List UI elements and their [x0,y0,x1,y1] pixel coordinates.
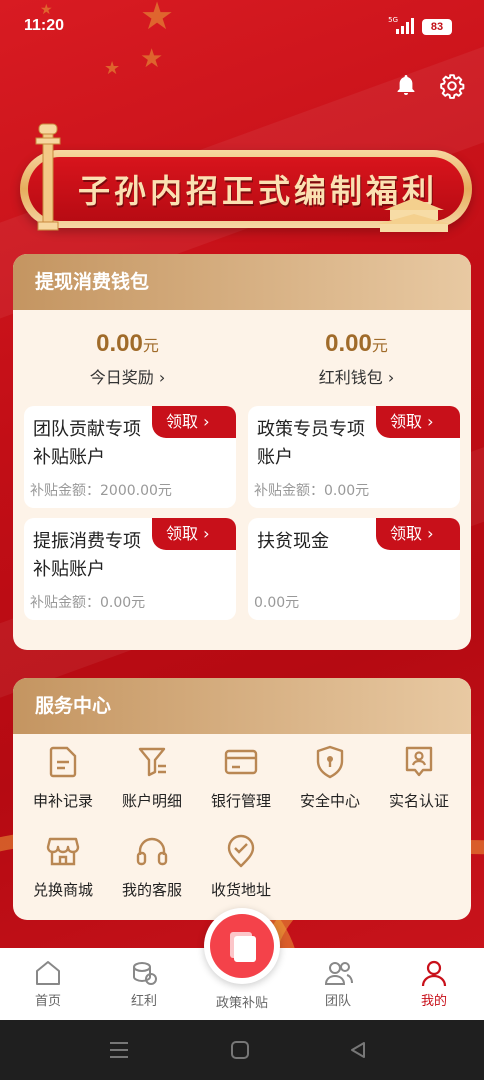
account-amount: 补贴金额：2000.00元 [30,483,172,499]
status-bar: 11:20 5G 83 [0,0,484,50]
tab-label: 首页 [34,994,61,1009]
tab-home[interactable]: 首页 [8,958,88,1009]
home-icon [36,961,60,985]
account-name: 团队贡献专项补贴账户 [33,419,141,468]
headset-icon [136,837,168,866]
service-label: 收货地址 [210,881,271,899]
system-nav-bar [0,1020,484,1080]
service-item-real-name[interactable]: 实名认证 [377,744,461,811]
account-amount: 补贴金额：0.00元 [254,483,370,499]
bonus-wallet-amount: 0.00元 [325,330,388,357]
promo-banner[interactable]: 子孙内招正式编制福利 [12,122,472,242]
location-check-icon [227,834,255,868]
account-name: 扶贫现金 [257,531,329,552]
account-name: 提振消费专项补贴账户 [33,531,141,580]
service-item-account-detail[interactable]: 账户明细 [110,744,194,811]
menu-icon[interactable] [108,1040,130,1060]
account-name: 政策专员专项账户 [257,419,365,468]
today-reward[interactable]: 0.00元 今日奖励 › [13,330,242,388]
wallet-title: 提现消费钱包 [13,254,471,310]
service-label: 我的客服 [121,881,182,899]
team-icon [324,962,353,985]
tab-label: 团队 [324,994,351,1009]
bell-icon[interactable] [394,73,418,97]
tab-label: 政策补贴 [215,996,268,1011]
service-label: 兑换商城 [32,881,93,899]
service-item-shipping-address[interactable]: 收货地址 [199,833,283,900]
claim-button[interactable]: 领取 › [152,518,236,550]
tab-label: 我的 [420,994,447,1009]
bank-card-icon [224,749,258,775]
person-icon [421,960,447,987]
claim-button[interactable]: 领取 › [376,406,460,438]
service-item-bank-management[interactable]: 银行管理 [199,744,283,811]
service-item-apply-records[interactable]: 申补记录 [21,744,105,811]
home-square-icon[interactable] [230,1040,250,1060]
service-center-card: 服务中心 申补记录 账户明细 银行管理 安全中心 实名认证 兑换商城 我的客服 … [13,678,471,920]
subsidy-account-card[interactable]: 提振消费专项补贴账户 补贴金额：0.00元 领取 › [24,518,236,620]
bonus-wallet-label: 红利钱包 › [318,368,395,387]
coins-icon [133,962,157,985]
service-label: 申补记录 [32,792,93,810]
huabiao-pillar-icon [35,123,61,231]
gear-icon[interactable] [439,73,465,99]
service-item-exchange-mall[interactable]: 兑换商城 [21,833,105,900]
tab-bonus[interactable]: 红利 [104,958,184,1009]
shop-icon [46,837,80,866]
id-badge-icon [405,746,433,777]
service-label: 实名认证 [388,792,449,810]
tab-team[interactable]: 团队 [298,958,378,1009]
document-icon [49,746,77,778]
policy-subsidy-button[interactable] [204,908,280,984]
today-reward-label: 今日奖励 › [89,368,166,387]
gate-tower-icon [378,198,450,232]
shield-icon [316,745,344,779]
subsidy-account-card[interactable]: 政策专员专项账户 补贴金额：0.00元 领取 › [248,406,460,508]
bonus-wallet[interactable]: 0.00元 红利钱包 › [242,330,471,388]
tab-mine[interactable]: 我的 [394,958,474,1009]
service-label: 安全中心 [299,792,360,810]
battery-icon: 83 [422,19,452,35]
claim-button[interactable]: 领取 › [152,406,236,438]
subsidy-account-card[interactable]: 扶贫现金 0.00元 领取 › [248,518,460,620]
tab-label: 红利 [130,994,157,1009]
service-item-customer-service[interactable]: 我的客服 [110,833,194,900]
subsidy-account-card[interactable]: 团队贡献专项补贴账户 补贴金额：2000.00元 领取 › [24,406,236,508]
book-icon [230,932,256,962]
service-label: 账户明细 [121,792,182,810]
account-amount: 0.00元 [254,595,300,611]
funnel-list-icon [138,747,166,777]
claim-button[interactable]: 领取 › [376,518,460,550]
today-reward-amount: 0.00元 [96,330,159,357]
status-time: 11:20 [24,17,65,34]
back-icon[interactable] [348,1040,368,1060]
service-item-security-center[interactable]: 安全中心 [288,744,372,811]
account-amount: 补贴金额：0.00元 [30,595,146,611]
signal-icon [396,18,414,34]
wallet-card: 提现消费钱包 0.00元 今日奖励 › 0.00元 红利钱包 › 团队贡献专项补… [13,254,471,650]
service-title: 服务中心 [13,678,471,734]
service-label: 银行管理 [210,792,271,810]
